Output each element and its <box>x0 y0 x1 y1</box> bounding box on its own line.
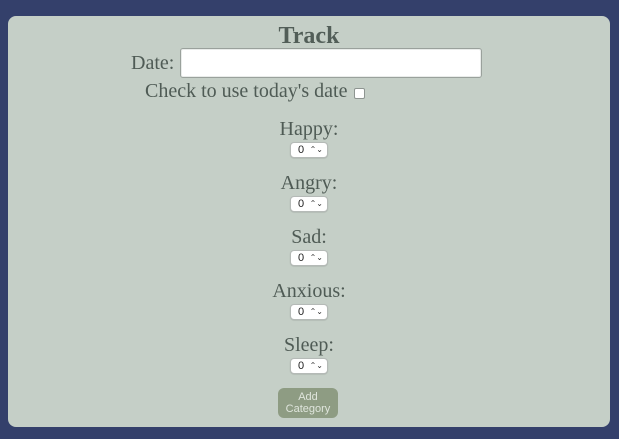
category-label-angry: Angry: <box>280 172 338 194</box>
happy-select-value: 0 <box>298 144 305 156</box>
category-label-anxious: Anxious: <box>272 280 346 302</box>
track-form-panel: Track Date: Check to use today's date Ha… <box>8 16 610 427</box>
chevron-up-down-icon: ⌃⌄ <box>309 253 323 262</box>
date-input[interactable] <box>180 48 482 78</box>
today-label: Check to use today's date <box>145 80 348 102</box>
add-category-button[interactable]: Add Category <box>278 388 338 418</box>
sad-select-value: 0 <box>298 252 305 264</box>
category-label-happy: Happy: <box>279 118 339 140</box>
anxious-select[interactable]: 0 ⌃⌄ <box>290 304 328 320</box>
angry-select-value: 0 <box>298 198 305 210</box>
sleep-select[interactable]: 0 ⌃⌄ <box>290 358 328 374</box>
category-angry: Angry: 0 ⌃⌄ <box>8 172 610 212</box>
today-row: Check to use today's date <box>145 79 366 103</box>
anxious-select-value: 0 <box>298 306 305 318</box>
sad-select[interactable]: 0 ⌃⌄ <box>290 250 328 266</box>
category-sad: Sad: 0 ⌃⌄ <box>8 226 610 266</box>
chevron-up-down-icon: ⌃⌄ <box>309 145 323 154</box>
today-checkbox[interactable] <box>354 87 366 99</box>
angry-select[interactable]: 0 ⌃⌄ <box>290 196 328 212</box>
happy-select[interactable]: 0 ⌃⌄ <box>290 142 328 158</box>
category-label-sad: Sad: <box>291 226 327 248</box>
date-label: Date: <box>131 52 175 74</box>
category-label-sleep: Sleep: <box>284 334 334 356</box>
sleep-select-value: 0 <box>298 360 305 372</box>
category-anxious: Anxious: 0 ⌃⌄ <box>8 280 610 320</box>
category-happy: Happy: 0 ⌃⌄ <box>8 118 610 158</box>
chevron-up-down-icon: ⌃⌄ <box>309 361 323 370</box>
category-sleep: Sleep: 0 ⌃⌄ <box>8 334 610 374</box>
page-title: Track <box>278 23 340 49</box>
chevron-up-down-icon: ⌃⌄ <box>309 199 323 208</box>
chevron-up-down-icon: ⌃⌄ <box>309 307 323 316</box>
